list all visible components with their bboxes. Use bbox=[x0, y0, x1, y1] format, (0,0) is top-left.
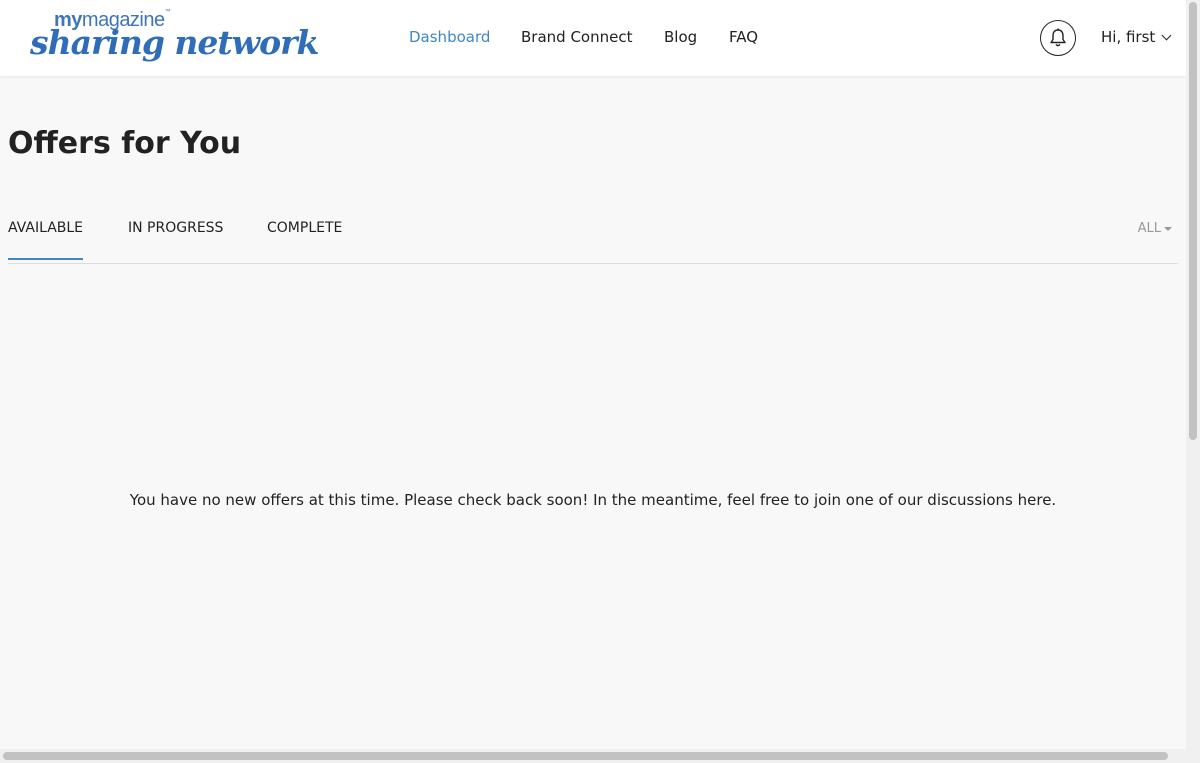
logo-wordmark-script: sharing network bbox=[30, 23, 319, 62]
horizontal-scrollbar[interactable] bbox=[0, 749, 1200, 763]
user-greeting: Hi, first bbox=[1101, 28, 1156, 46]
nav-brand-connect[interactable]: Brand Connect bbox=[521, 28, 632, 46]
tab-in-progress[interactable]: IN PROGRESS bbox=[128, 220, 223, 236]
nav-dashboard[interactable]: Dashboard bbox=[409, 28, 490, 46]
offer-tabs: AVAILABLE IN PROGRESS COMPLETE ALL bbox=[8, 208, 1178, 264]
empty-state-message: You have no new offers at this time. Ple… bbox=[129, 491, 1057, 509]
top-header: mymagazine™ sharing network Dashboard Br… bbox=[0, 0, 1186, 76]
brand-logo[interactable]: mymagazine™ sharing network bbox=[30, 8, 319, 68]
horizontal-scroll-thumb[interactable] bbox=[3, 752, 1168, 760]
nav-blog[interactable]: Blog bbox=[664, 28, 697, 46]
vertical-scrollbar[interactable] bbox=[1186, 0, 1200, 749]
user-menu[interactable]: Hi, first bbox=[1101, 28, 1172, 46]
tab-complete[interactable]: COMPLETE bbox=[267, 220, 342, 236]
page-title: Offers for You bbox=[8, 126, 242, 161]
caret-down-icon bbox=[1164, 226, 1172, 231]
filter-dropdown[interactable]: ALL bbox=[1138, 221, 1172, 236]
filter-selected: ALL bbox=[1137, 221, 1161, 236]
vertical-scroll-thumb[interactable] bbox=[1189, 2, 1197, 440]
nav-faq[interactable]: FAQ bbox=[729, 28, 758, 46]
tab-available[interactable]: AVAILABLE bbox=[8, 220, 84, 260]
bell-icon bbox=[1050, 28, 1066, 47]
chevron-down-icon bbox=[1161, 30, 1172, 40]
notifications-button[interactable] bbox=[1040, 20, 1076, 56]
